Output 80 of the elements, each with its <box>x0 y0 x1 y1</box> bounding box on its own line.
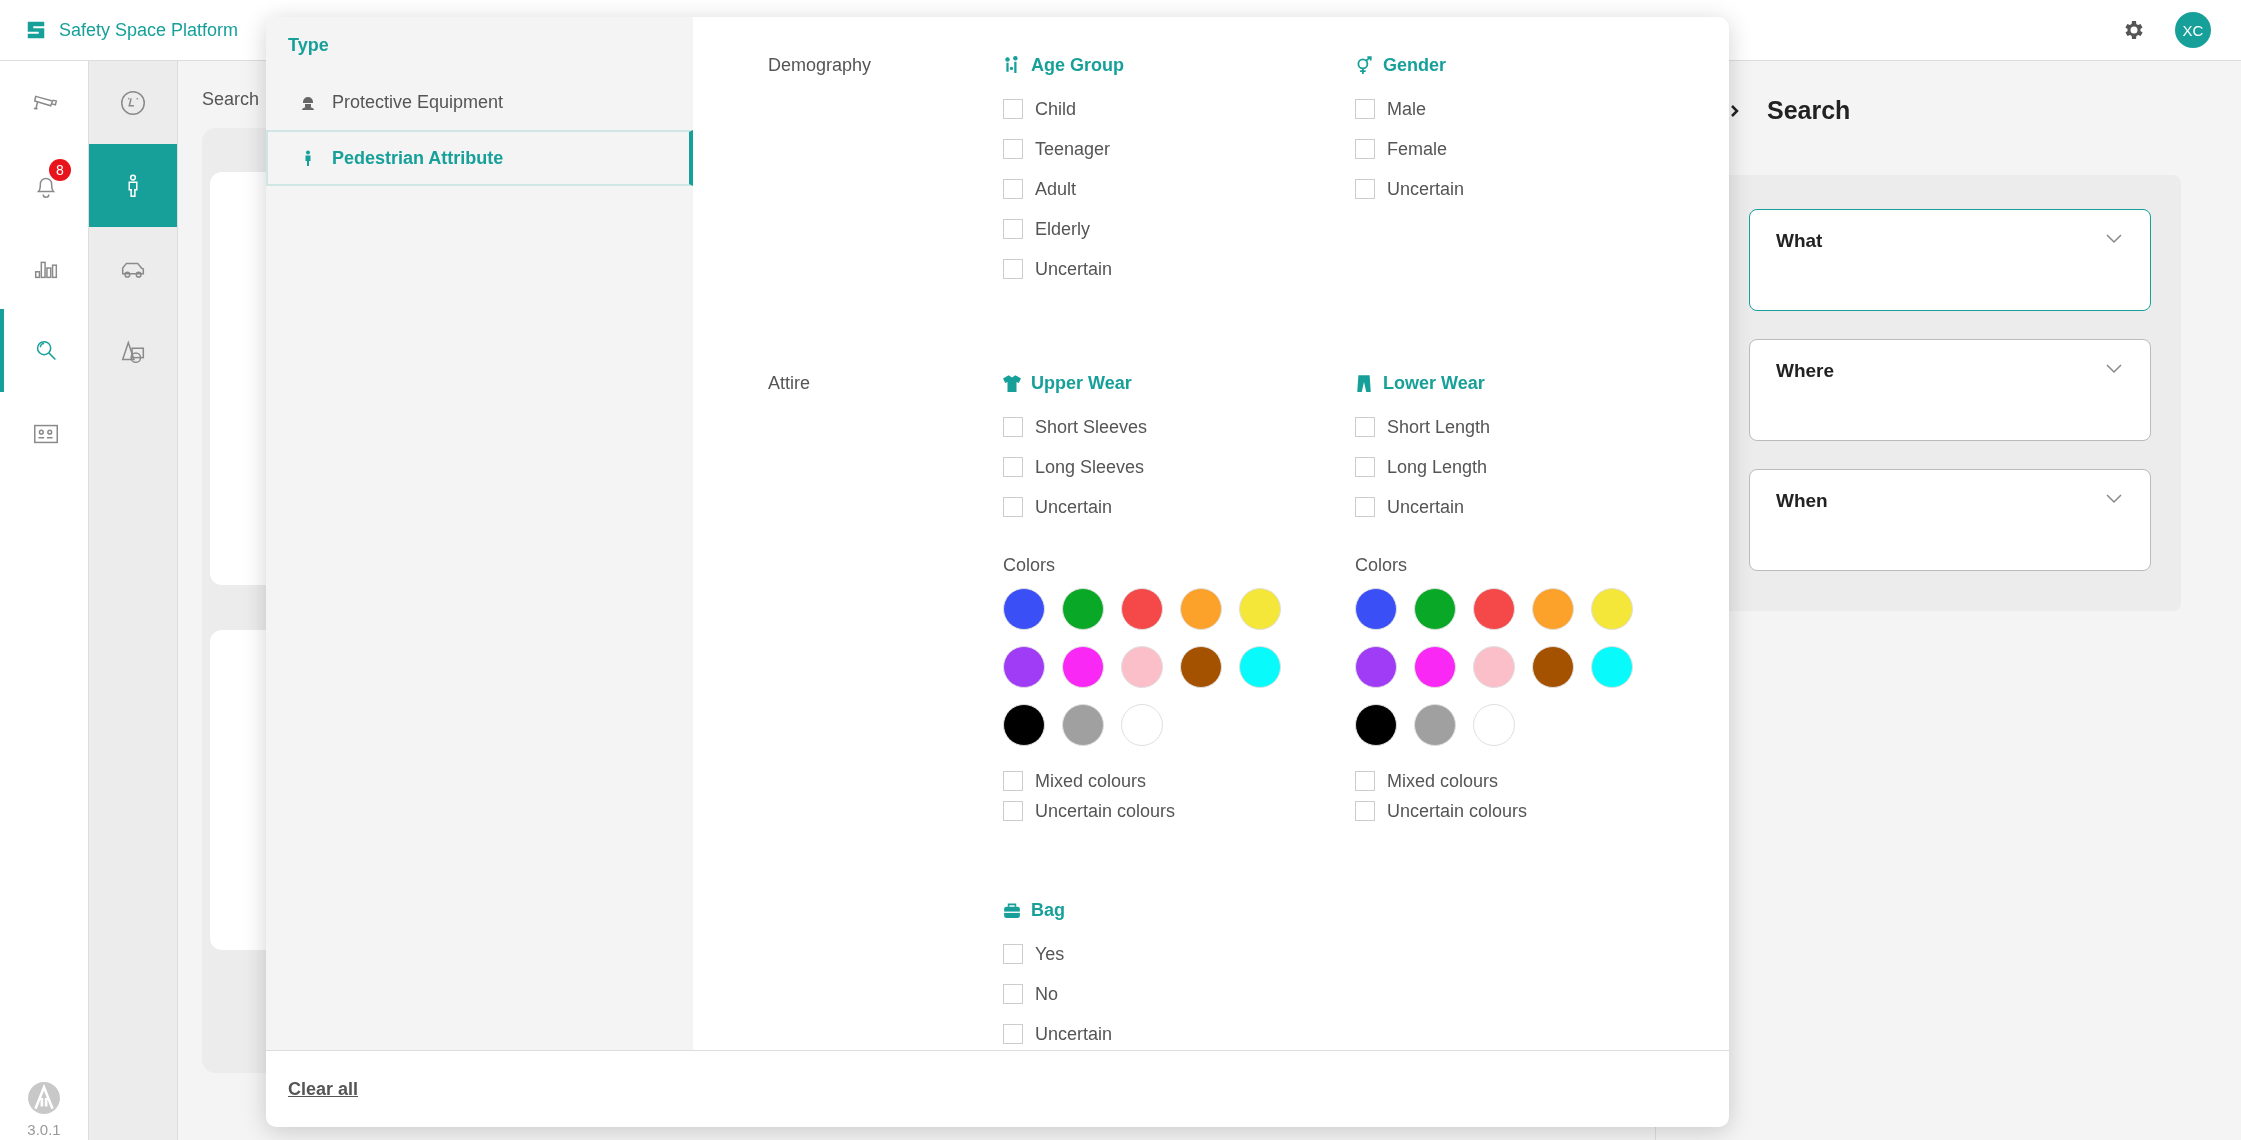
checkbox-option[interactable]: Teenager <box>1003 129 1111 169</box>
clear-all-link[interactable]: Clear all <box>288 1078 359 1100</box>
color-swatch[interactable] <box>1414 646 1456 688</box>
color-swatch[interactable] <box>1355 646 1397 688</box>
color-swatch[interactable] <box>1239 646 1281 688</box>
color-swatch[interactable] <box>1355 588 1397 630</box>
checkbox-option[interactable]: Adult <box>1003 169 1077 209</box>
chevron-right-icon[interactable] <box>1731 104 1739 117</box>
people-icon <box>1003 56 1021 74</box>
section-label: Attire <box>768 372 811 395</box>
checkbox-option[interactable]: Uncertain colours <box>1003 796 1176 826</box>
chevron-down-icon <box>2106 234 2122 244</box>
color-swatch[interactable] <box>1062 588 1104 630</box>
checkbox-option[interactable]: Long Length <box>1355 447 1488 487</box>
version-label: 3.0.1 <box>27 1121 61 1138</box>
checkbox-option[interactable]: Mixed colours <box>1003 766 1147 796</box>
checkbox-option[interactable]: Uncertain <box>1355 487 1465 527</box>
colors-label: Colors <box>1355 555 1408 576</box>
type-heading: Type <box>287 35 330 57</box>
group-title: Age Group <box>1031 54 1124 76</box>
color-swatch[interactable] <box>1473 646 1515 688</box>
color-swatch[interactable] <box>1473 704 1515 746</box>
color-swatch[interactable] <box>1591 588 1633 630</box>
color-swatch[interactable] <box>1591 646 1633 688</box>
checkbox-option[interactable]: Long Sleeves <box>1003 447 1145 487</box>
app-title: Safety Space Platform <box>59 19 239 41</box>
type-item[interactable]: Protective Equipment <box>266 74 693 130</box>
results-title: Search <box>202 89 260 110</box>
bag-icon <box>1003 901 1021 919</box>
color-swatch[interactable] <box>1003 704 1045 746</box>
colors-label: Colors <box>1003 555 1056 576</box>
color-swatch[interactable] <box>1473 588 1515 630</box>
worker-helmet-icon <box>300 94 316 110</box>
pants-icon <box>1355 374 1373 392</box>
checkbox-option[interactable]: Mixed colours <box>1355 766 1499 796</box>
checkbox-option[interactable]: Yes <box>1003 934 1065 974</box>
color-swatch[interactable] <box>1003 588 1045 630</box>
group-title: Bag <box>1031 899 1065 921</box>
color-swatch[interactable] <box>1121 704 1163 746</box>
company-logo-icon <box>27 1081 61 1115</box>
color-swatch[interactable] <box>1121 588 1163 630</box>
nav-item[interactable]: 8 <box>0 143 88 226</box>
color-swatch[interactable] <box>1355 704 1397 746</box>
color-swatch[interactable] <box>1062 704 1104 746</box>
checkbox-option[interactable]: Uncertain <box>1003 1014 1113 1050</box>
checkbox-option[interactable]: Short Length <box>1355 407 1491 447</box>
checkbox-option[interactable]: Uncertain <box>1003 487 1113 527</box>
section-label: Demography <box>768 54 873 77</box>
color-swatch[interactable] <box>1003 646 1045 688</box>
chevron-down-icon <box>2106 494 2122 504</box>
logo-icon <box>25 19 47 41</box>
checkbox-option[interactable]: Uncertain <box>1355 169 1465 209</box>
color-swatch[interactable] <box>1532 646 1574 688</box>
color-swatch[interactable] <box>1180 588 1222 630</box>
search-dropdown[interactable]: What <box>1749 209 2151 311</box>
color-swatch[interactable] <box>1414 704 1456 746</box>
color-swatch[interactable] <box>1532 588 1574 630</box>
color-swatch[interactable] <box>1062 646 1104 688</box>
color-swatch[interactable] <box>1121 646 1163 688</box>
gender-icon <box>1355 56 1373 74</box>
color-swatch[interactable] <box>1180 646 1222 688</box>
group-title: Upper Wear <box>1031 372 1132 394</box>
checkbox-option[interactable]: Uncertain <box>1003 249 1113 289</box>
group-title: Gender <box>1383 54 1447 76</box>
notification-badge: 8 <box>49 159 71 181</box>
chevron-down-icon <box>2106 364 2122 374</box>
color-swatch[interactable] <box>1414 588 1456 630</box>
search-dropdown[interactable]: Where <box>1749 339 2151 441</box>
checkbox-option[interactable]: Child <box>1003 89 1077 129</box>
checkbox-option[interactable]: Elderly <box>1003 209 1091 249</box>
group-title: Lower Wear <box>1383 372 1485 394</box>
color-swatch[interactable] <box>1239 588 1281 630</box>
search-title: Search <box>1767 96 1851 125</box>
checkbox-option[interactable]: Female <box>1355 129 1448 169</box>
checkbox-option[interactable]: Short Sleeves <box>1003 407 1148 447</box>
search-dropdown[interactable]: When <box>1749 469 2151 571</box>
checkbox-option[interactable]: Male <box>1355 89 1426 129</box>
shirt-icon <box>1003 374 1021 392</box>
checkbox-option[interactable]: No <box>1003 974 1058 1014</box>
checkbox-option[interactable]: Uncertain colours <box>1355 796 1528 826</box>
